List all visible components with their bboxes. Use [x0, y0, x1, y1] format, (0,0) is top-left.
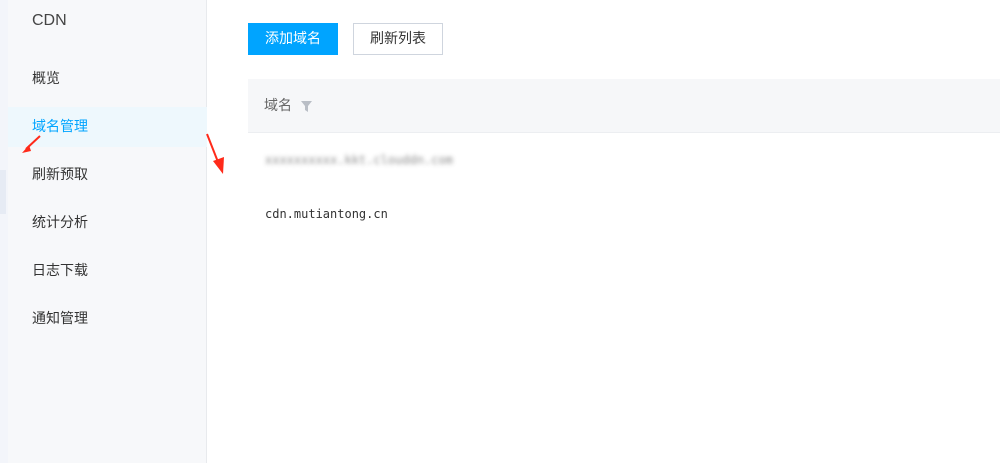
sidebar-item-overview[interactable]: 概览: [8, 59, 207, 99]
sidebar-item-statistics[interactable]: 统计分析: [8, 203, 207, 243]
annotation-arrow-icon: [22, 135, 41, 153]
table-row[interactable]: cdn.mutiantong.cn: [248, 187, 1000, 241]
table-row[interactable]: xxxxxxxxxx.kkt.clouddn.com: [248, 133, 1000, 187]
sidebar: CDN 概览 域名管理 刷新预取 统计分析 日志下载 通知管理: [8, 0, 207, 463]
refresh-list-button[interactable]: 刷新列表: [353, 23, 443, 55]
sidebar-item-refresh-prefetch[interactable]: 刷新预取: [8, 155, 207, 195]
sidebar-item-log-download[interactable]: 日志下载: [8, 251, 207, 291]
domain-cell[interactable]: cdn.mutiantong.cn: [265, 187, 388, 241]
domain-cell-obscured[interactable]: xxxxxxxxxx.kkt.clouddn.com: [265, 133, 453, 187]
column-header-domain: 域名: [264, 98, 292, 114]
sidebar-item-notification-management[interactable]: 通知管理: [8, 299, 207, 339]
annotation-arrow-icon: [206, 133, 224, 174]
left-edge-marker: [0, 170, 6, 214]
sidebar-title: CDN: [32, 12, 67, 29]
filter-icon[interactable]: [301, 101, 312, 112]
add-domain-button[interactable]: 添加域名: [248, 23, 338, 55]
table-header: 域名: [248, 79, 1000, 133]
